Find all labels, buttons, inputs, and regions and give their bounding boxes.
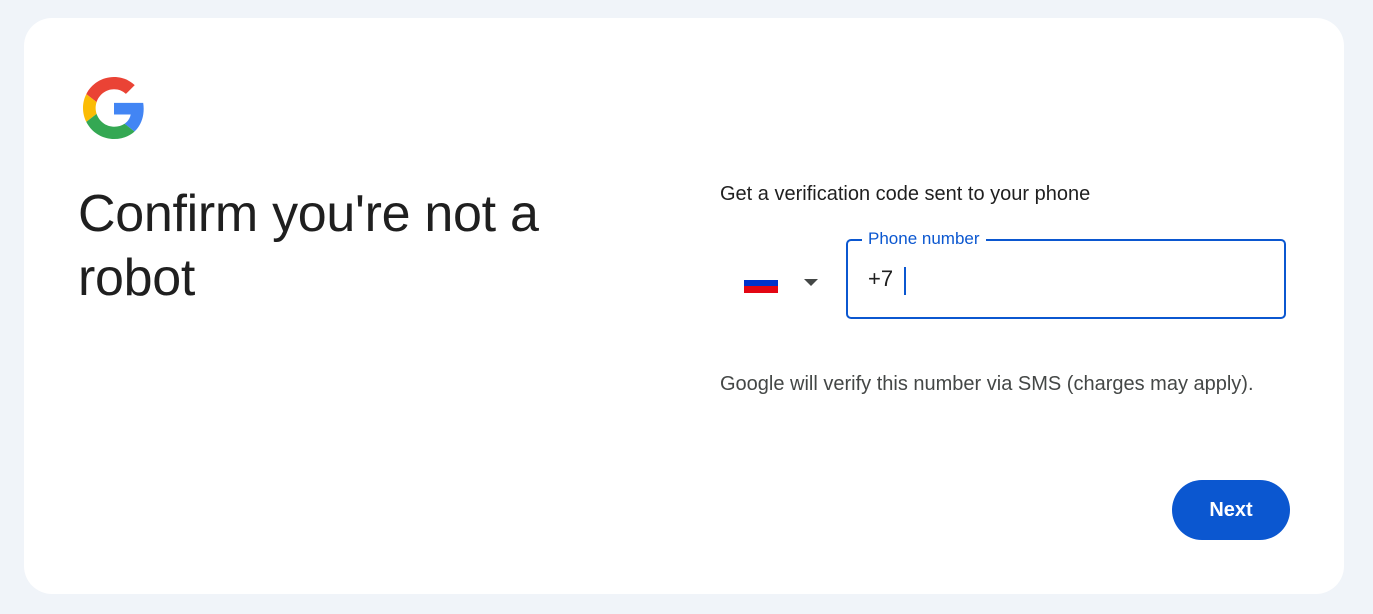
phone-number-field[interactable]: Phone number: [846, 229, 1286, 319]
phone-number-label: Phone number: [862, 229, 986, 249]
next-button[interactable]: Next: [1172, 480, 1290, 540]
dropdown-arrow-icon: [804, 279, 818, 286]
sms-hint-text: Google will verify this number via SMS (…: [720, 373, 1254, 395]
page-title: Confirm you're not a robot: [78, 185, 539, 307]
russia-flag-icon: [744, 273, 778, 293]
google-logo: [83, 77, 144, 139]
text-cursor: [904, 267, 906, 295]
phone-number-input[interactable]: [868, 261, 1258, 297]
country-code-selector[interactable]: [730, 256, 834, 308]
signin-card: Confirm you're not a robot Get a verific…: [24, 18, 1344, 594]
verification-subtitle: Get a verification code sent to your pho…: [720, 183, 1091, 205]
